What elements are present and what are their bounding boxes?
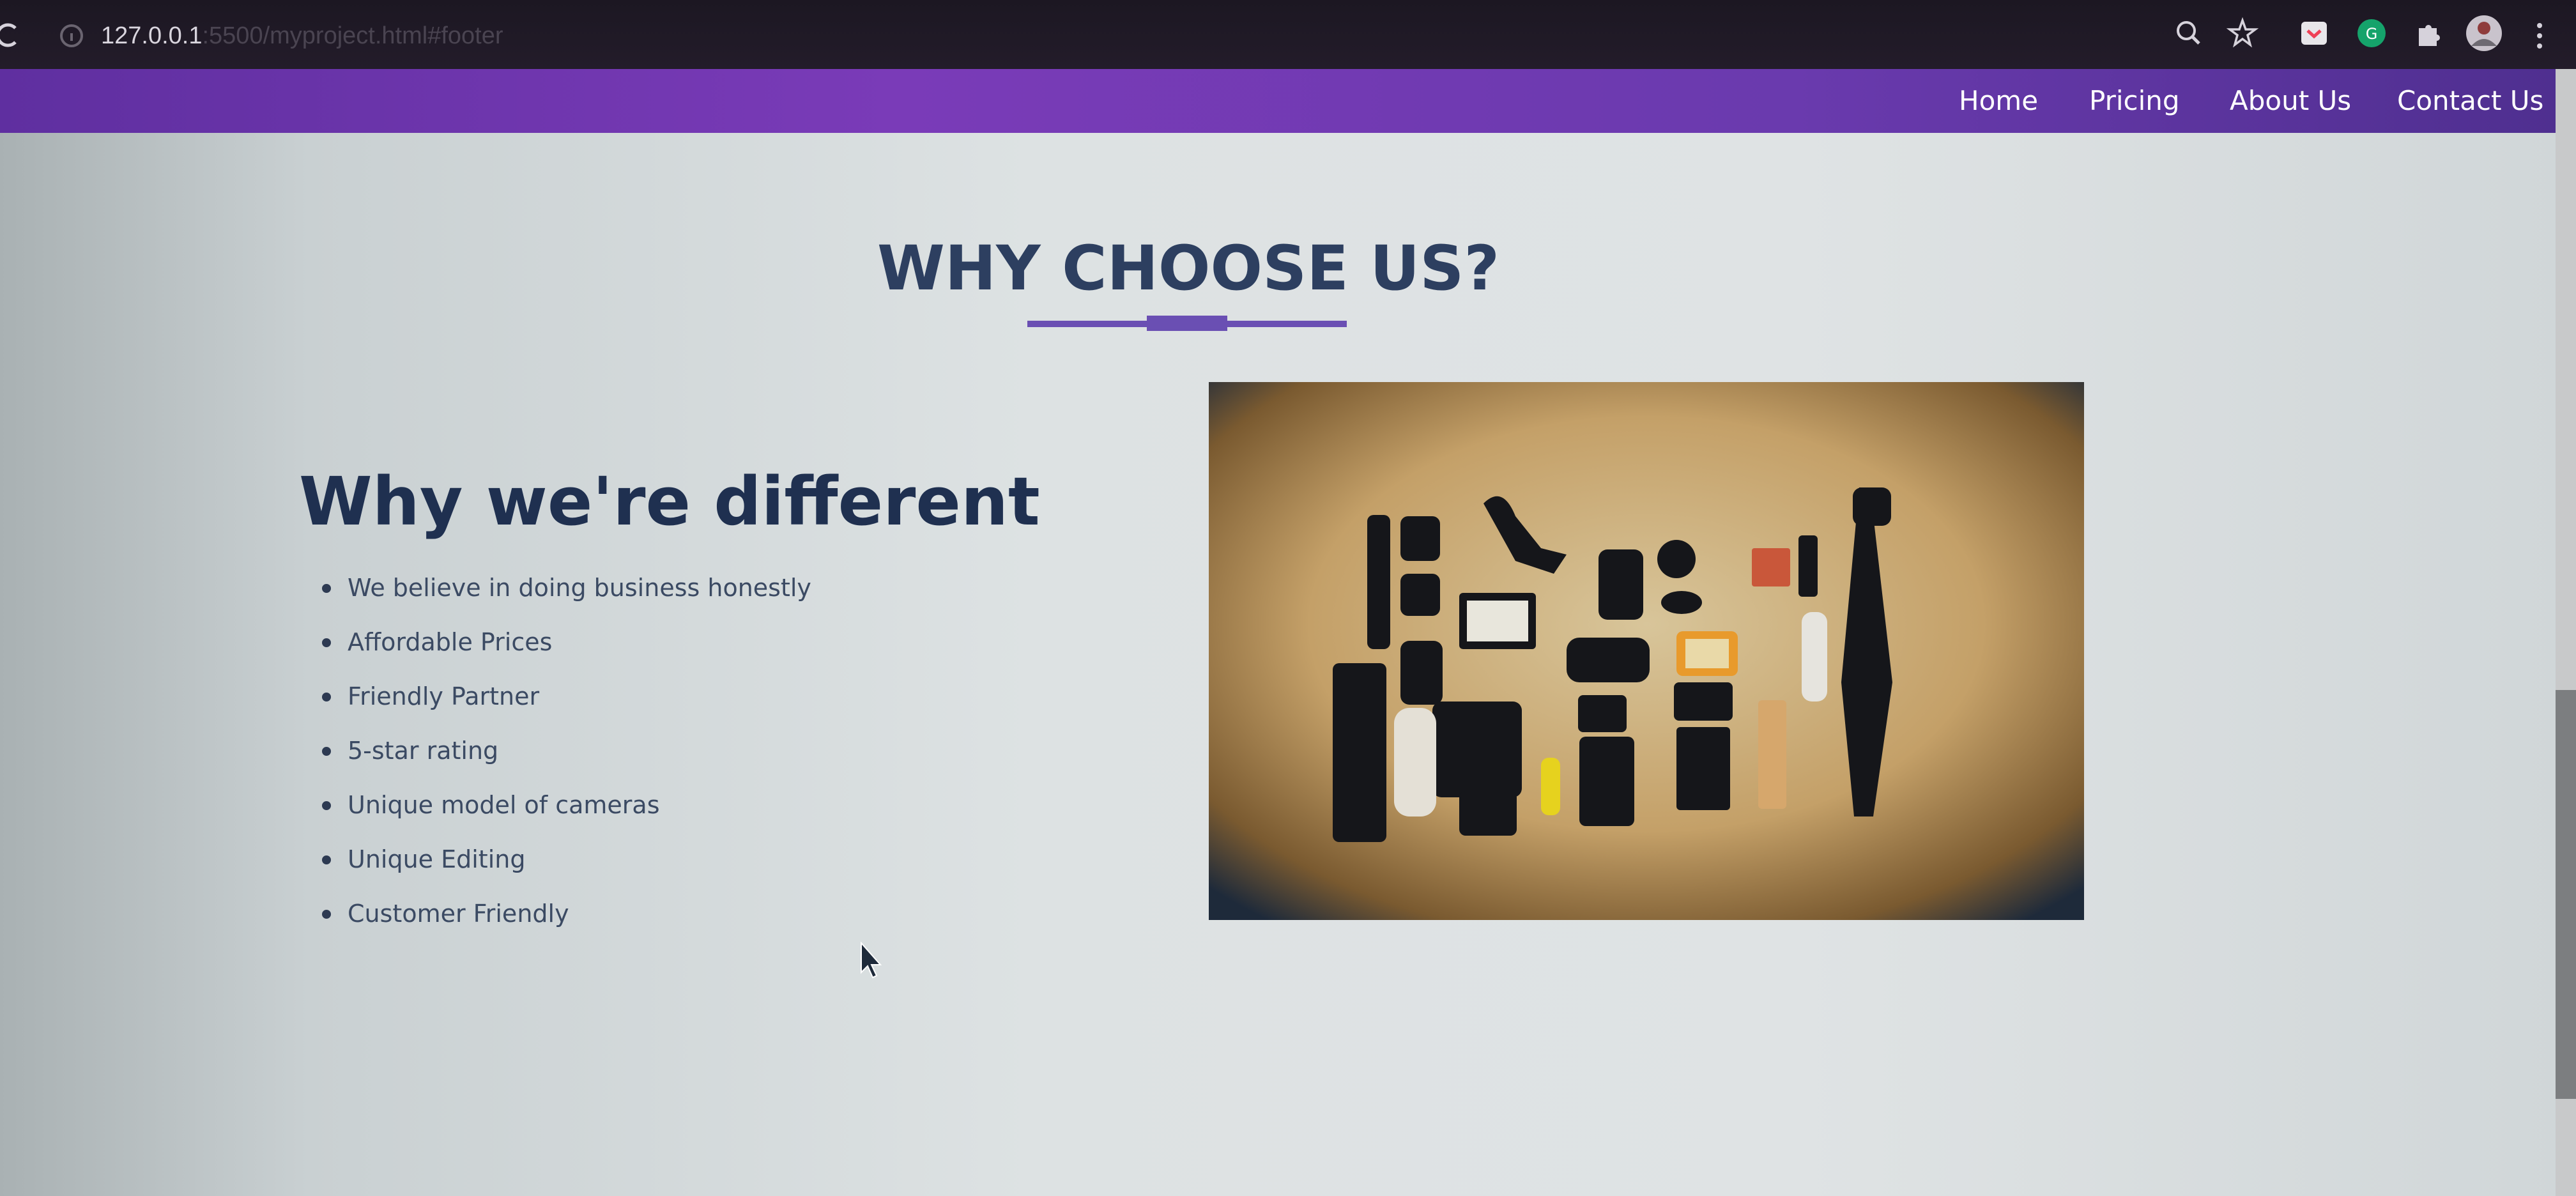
nav-about-us[interactable]: About Us: [2230, 83, 2351, 119]
site-navbar: Home Pricing About Us Contact Us: [0, 69, 2556, 133]
menu-kebab-icon[interactable]: [2530, 18, 2549, 54]
feature-item: Affordable Prices: [319, 623, 811, 677]
feature-item: Unique model of cameras: [319, 786, 811, 840]
feature-text: Unique Editing: [348, 845, 526, 873]
svg-text:G: G: [2366, 25, 2378, 43]
feature-item: Unique Editing: [319, 840, 811, 894]
reload-icon[interactable]: [0, 19, 19, 51]
bullet: [322, 638, 331, 647]
browser-toolbar: 127.0.0.1:5500/myproject.html#footer G: [0, 0, 2576, 69]
url-path: :5500/myproject.html#footer: [202, 22, 503, 49]
url-host: 127.0.0.1: [101, 22, 203, 49]
feature-text: We believe in doing business honestly: [348, 574, 811, 602]
page-scrollbar-thumb[interactable]: [2556, 690, 2576, 1099]
feature-item: Customer Friendly: [319, 894, 811, 949]
feature-item: We believe in doing business honestly: [319, 569, 811, 623]
bullet: [322, 801, 331, 810]
feature-item: Friendly Partner: [319, 677, 811, 732]
profile-avatar-icon[interactable]: [2464, 13, 2504, 54]
bullet: [322, 747, 331, 756]
feature-text: Unique model of cameras: [348, 791, 660, 819]
zoom-icon[interactable]: [2171, 15, 2207, 51]
feature-list: We believe in doing business honestly Af…: [319, 569, 811, 949]
mouse-cursor-icon: [861, 942, 882, 979]
extensions-icon[interactable]: [2410, 15, 2446, 51]
feature-text: 5-star rating: [348, 737, 499, 765]
nav-home[interactable]: Home: [1959, 83, 2038, 119]
feature-text: Friendly Partner: [348, 682, 540, 710]
nav-contact-us[interactable]: Contact Us: [2397, 83, 2543, 119]
subtitle-why-different: Why we're different: [299, 463, 1040, 540]
bullet: [322, 910, 331, 919]
section-title: WHY CHOOSE US?: [877, 233, 1500, 304]
bullet: [322, 693, 331, 702]
address-bar[interactable]: 127.0.0.1:5500/myproject.html#footer: [101, 20, 503, 51]
nav-pricing[interactable]: Pricing: [2089, 83, 2180, 119]
star-icon[interactable]: [2225, 15, 2260, 51]
feature-text: Customer Friendly: [348, 900, 569, 928]
feature-text: Affordable Prices: [348, 628, 553, 656]
bullet: [322, 584, 331, 593]
grammarly-icon[interactable]: G: [2354, 15, 2389, 51]
feature-item: 5-star rating: [319, 732, 811, 786]
bullet: [322, 855, 331, 864]
pocket-icon[interactable]: [2296, 15, 2332, 51]
camera-gear-photo: [1209, 382, 2084, 920]
title-underline-accent: [1147, 316, 1227, 331]
site-info-icon[interactable]: [59, 23, 84, 49]
